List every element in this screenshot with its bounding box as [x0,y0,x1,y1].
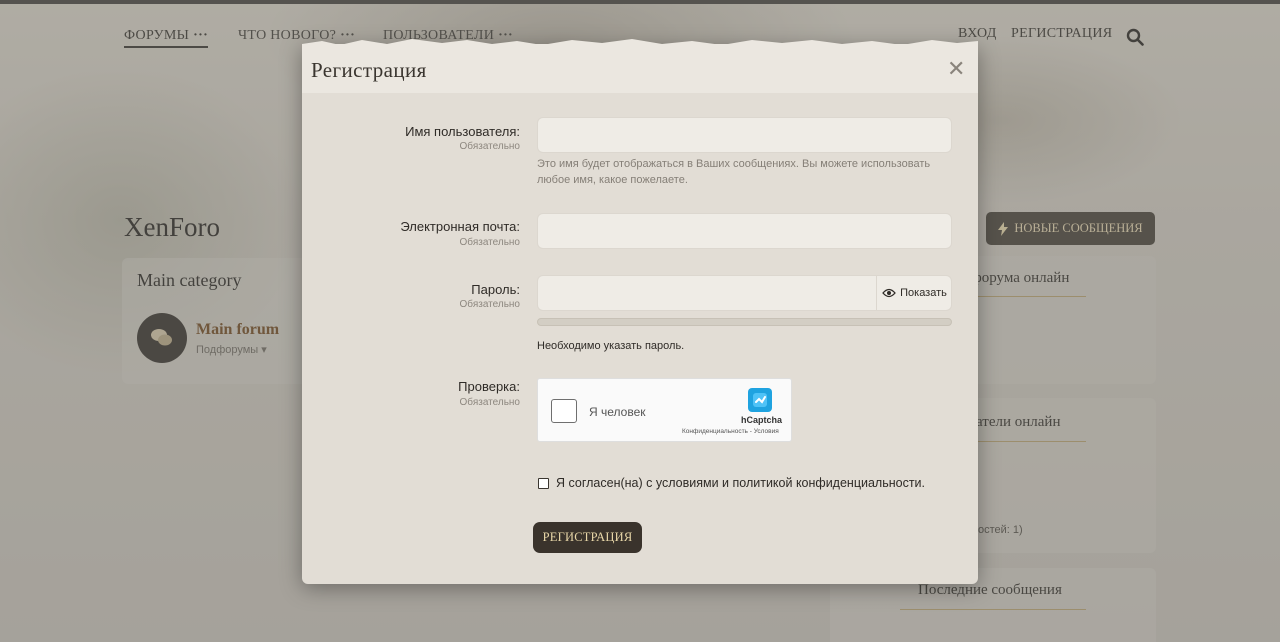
email-input[interactable] [537,213,952,249]
show-password-label: Показать [900,287,947,299]
username-hint: Это имя будет отображаться в Ваших сообщ… [537,158,931,186]
password-strength-meter [537,318,952,326]
verification-required: Обязательно [459,397,520,408]
agree-checkbox[interactable] [538,478,549,489]
modal-header: Регистрация ✕ [302,44,978,93]
registration-modal: Регистрация ✕ Имя пользователя: Обязател… [302,39,978,584]
close-icon: ✕ [947,56,966,81]
email-required: Обязательно [459,237,520,248]
username-required: Обязательно [459,141,520,152]
hcaptcha-widget: Я человек hCaptcha Конфиденциальность - … [537,378,792,442]
modal-title: Регистрация [311,58,427,82]
captcha-links[interactable]: Конфиденциальность - Условия [682,428,779,435]
captcha-brand: hCaptcha [741,415,783,425]
verification-label: Проверка: [458,379,520,394]
show-password-button[interactable]: Показать [876,276,952,310]
username-input[interactable] [537,117,952,153]
close-button[interactable]: ✕ [947,58,965,80]
eye-icon [882,288,896,298]
password-message: Необходимо указать пароль. [537,340,685,352]
email-label: Электронная почта: [400,219,520,234]
password-required: Обязательно [459,299,520,310]
captcha-label: Я человек [589,405,646,419]
hcaptcha-logo-icon [748,388,772,412]
agree-label[interactable]: Я согласен(на) с условиями и политикой к… [556,476,925,490]
register-submit-button[interactable]: Регистрация [533,522,642,553]
username-label: Имя пользователя: [405,124,520,139]
captcha-checkbox[interactable] [551,399,577,423]
password-label: Пароль: [471,282,520,297]
